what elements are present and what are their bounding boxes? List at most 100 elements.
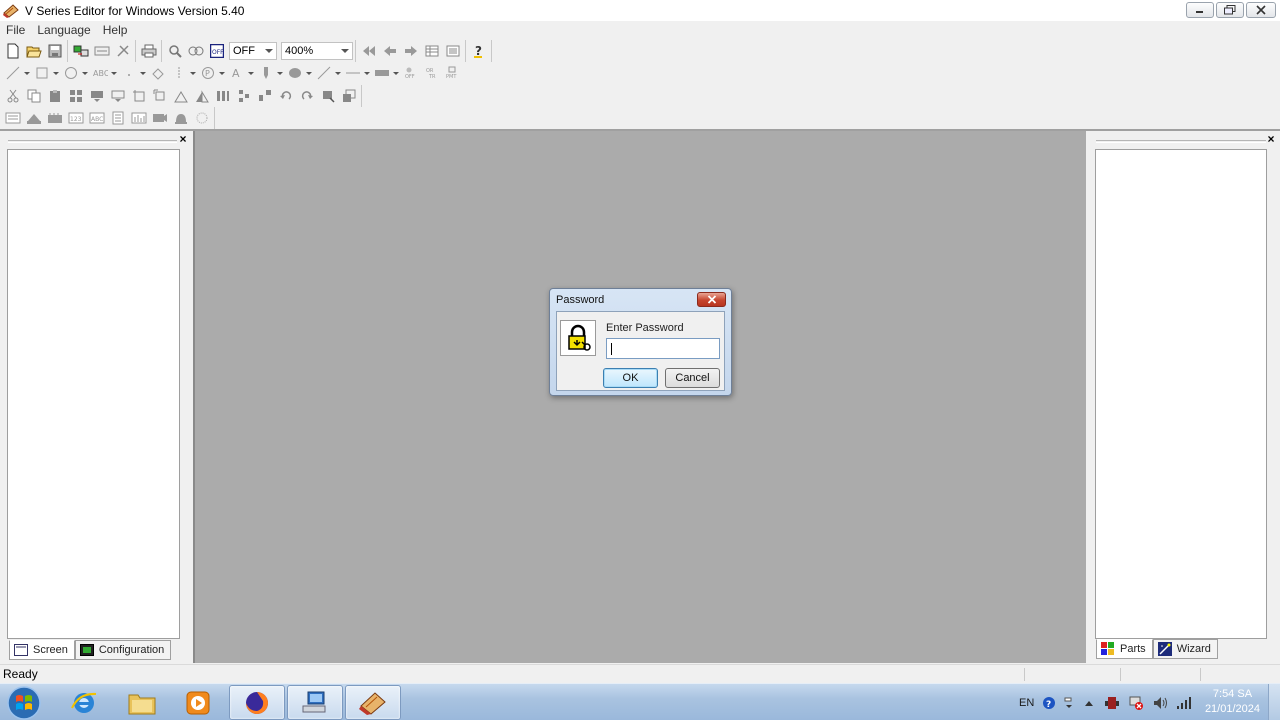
network-error-icon[interactable] (1128, 695, 1144, 711)
message-part-button[interactable] (107, 108, 128, 128)
tab-screen[interactable]: Screen (9, 640, 75, 660)
line-tool-button[interactable] (2, 63, 23, 83)
meter-part-button[interactable] (191, 108, 212, 128)
switch-part-button[interactable] (2, 108, 23, 128)
chevron-down-icon[interactable] (392, 63, 400, 83)
tab-wizard[interactable]: Wizard (1152, 639, 1218, 659)
or-tr-button[interactable]: OR TR (421, 63, 442, 83)
onoff-select[interactable]: OFF (229, 42, 277, 60)
lamp-part-button[interactable] (23, 108, 44, 128)
bring-front-button[interactable] (86, 86, 107, 106)
graph-part-button[interactable] (128, 108, 149, 128)
taskbar-firefox[interactable] (229, 685, 285, 720)
chevron-down-icon[interactable] (52, 63, 60, 83)
group-button[interactable] (65, 86, 86, 106)
next-screen-button[interactable] (400, 41, 421, 61)
align-button[interactable] (128, 86, 149, 106)
cut-button[interactable] (2, 86, 23, 106)
chevron-down-icon[interactable] (139, 63, 147, 83)
paste-button[interactable] (44, 86, 65, 106)
save-button[interactable] (44, 41, 65, 61)
off-state-button[interactable]: OFF (400, 63, 421, 83)
right-panel-close-button[interactable]: × (1265, 133, 1277, 145)
show-desktop-button[interactable] (1268, 684, 1280, 720)
password-input[interactable] (606, 338, 720, 359)
close-window-button[interactable] (1246, 2, 1276, 18)
undo-button[interactable] (275, 86, 296, 106)
start-button[interactable] (4, 685, 44, 720)
zoom-fit-button[interactable] (185, 41, 206, 61)
screen-list-button[interactable] (421, 41, 442, 61)
circle-tool-button[interactable] (60, 63, 81, 83)
parts-list-view[interactable] (1095, 149, 1267, 639)
redo-button[interactable] (296, 86, 317, 106)
flip-button[interactable] (170, 86, 191, 106)
rectangle-tool-button[interactable] (31, 63, 52, 83)
cancel-button[interactable]: Cancel (665, 368, 720, 388)
first-screen-button[interactable] (358, 41, 379, 61)
chevron-down-icon[interactable] (218, 63, 226, 83)
chevron-down-icon[interactable] (189, 63, 197, 83)
fill-tool-button[interactable] (147, 63, 168, 83)
chevron-down-icon[interactable] (363, 63, 371, 83)
pmt-button[interactable]: PMT (442, 63, 463, 83)
taskbar-internet-explorer[interactable] (56, 685, 112, 720)
transfer-button[interactable] (70, 41, 91, 61)
copy-button[interactable] (23, 86, 44, 106)
line-style-button[interactable] (342, 63, 363, 83)
pen-tool-button[interactable] (255, 63, 276, 83)
character-part-button[interactable]: ABC (86, 108, 107, 128)
taskbar-media-player[interactable] (170, 685, 226, 720)
resize-button[interactable] (149, 86, 170, 106)
tools-button[interactable] (112, 41, 133, 61)
chevron-down-icon[interactable] (334, 63, 342, 83)
editor-canvas[interactable] (193, 131, 1086, 663)
chevron-down-icon[interactable] (276, 63, 284, 83)
action-center-icon[interactable] (1104, 695, 1120, 711)
ok-button[interactable]: OK (603, 368, 658, 388)
numeric-part-button[interactable]: 123 (65, 108, 86, 128)
help-circle-icon[interactable]: ? (1042, 696, 1056, 710)
menu-language[interactable]: Language (31, 23, 96, 37)
select-all-button[interactable] (317, 86, 338, 106)
dialog-close-button[interactable] (697, 292, 726, 307)
pattern-button[interactable] (371, 63, 392, 83)
new-file-button[interactable] (2, 41, 23, 61)
language-indicator[interactable]: EN (1019, 697, 1034, 709)
menu-help[interactable]: Help (97, 23, 134, 37)
language-bar-icon[interactable] (1064, 696, 1074, 710)
chevron-down-icon[interactable] (247, 63, 255, 83)
taskbar-clock[interactable]: 7:54 SA 21/01/2024 (1205, 687, 1260, 717)
panel-grip[interactable] (1096, 140, 1266, 143)
onoff-toggle-button[interactable]: OFF (206, 41, 227, 61)
simulate-button[interactable] (91, 41, 112, 61)
chevron-up-icon[interactable] (1084, 699, 1094, 707)
restore-button[interactable] (1216, 2, 1244, 18)
font-tool-button[interactable]: A (226, 63, 247, 83)
panel-grip[interactable] (8, 140, 177, 143)
zoom-button[interactable] (164, 41, 185, 61)
screen-tree-view[interactable] (7, 149, 180, 639)
tab-configuration[interactable]: Configuration (74, 640, 172, 660)
tab-parts[interactable]: Parts (1096, 639, 1153, 659)
line-color-button[interactable] (313, 63, 334, 83)
vertical-tool-button[interactable] (168, 63, 189, 83)
parts-tool-button[interactable]: P (197, 63, 218, 83)
speaker-icon[interactable] (1152, 695, 1168, 711)
chevron-down-icon[interactable] (23, 63, 31, 83)
signal-strength-icon[interactable] (1176, 696, 1192, 710)
taskbar-v-series-editor[interactable] (345, 685, 401, 720)
arrange-button[interactable] (233, 86, 254, 106)
previous-screen-button[interactable] (379, 41, 400, 61)
mirror-button[interactable] (191, 86, 212, 106)
distribute-button[interactable] (212, 86, 233, 106)
properties-button[interactable] (338, 86, 359, 106)
dot-tool-button[interactable] (118, 63, 139, 83)
connect-button[interactable] (254, 86, 275, 106)
paint-tool-button[interactable] (284, 63, 305, 83)
left-panel-close-button[interactable]: × (177, 133, 189, 145)
zoom-select[interactable]: 400% (281, 42, 353, 60)
chevron-down-icon[interactable] (81, 63, 89, 83)
print-button[interactable] (138, 41, 159, 61)
minimize-button[interactable] (1186, 2, 1214, 18)
